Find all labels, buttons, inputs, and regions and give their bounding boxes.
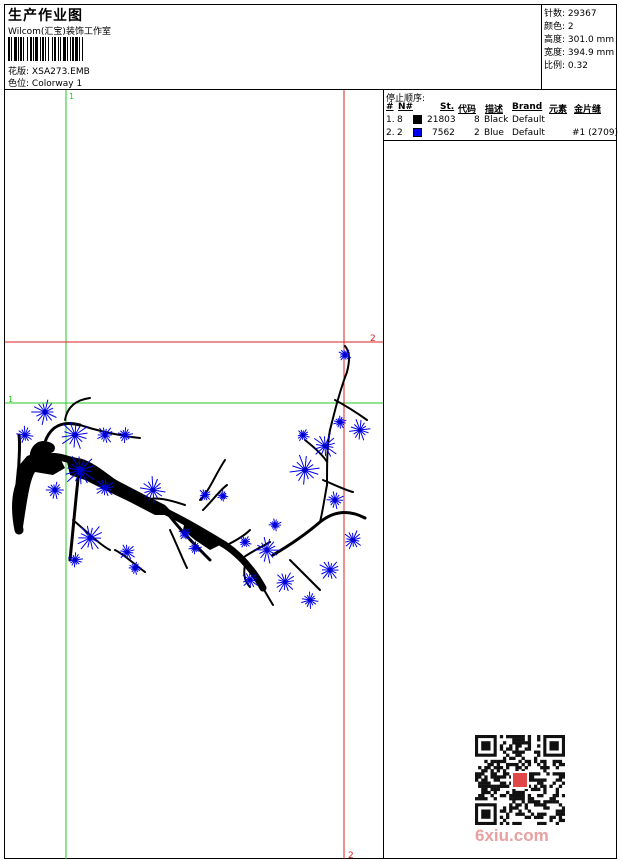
row-stitches: 7562	[432, 128, 455, 138]
color-swatch	[413, 115, 422, 124]
stat-scale: 比例: 0.32	[544, 61, 588, 71]
blossom-cluster	[77, 525, 103, 550]
stat-width: 宽度: 394.9 mm	[544, 48, 615, 58]
row-num: 2.	[386, 128, 395, 138]
row-stitches: 21803	[427, 115, 456, 125]
row-desc: Blue	[484, 128, 504, 138]
col-code: 代码	[458, 105, 477, 115]
col-desc: 描述	[485, 105, 504, 115]
blossom-cluster	[301, 591, 319, 609]
blossom-cluster	[45, 481, 64, 500]
branch-artwork	[12, 345, 368, 606]
barcode	[8, 37, 134, 61]
blossom-cluster	[349, 419, 371, 441]
blossom-cluster	[297, 429, 310, 442]
row-n: 2	[397, 128, 403, 138]
blossom-cluster	[254, 536, 281, 564]
color-swatch	[413, 128, 422, 137]
blossom-cluster	[276, 572, 295, 593]
blossom-cluster	[344, 530, 361, 550]
stop-sequence-header: # N# St. 代码 描述 Brand 元素 金片缝	[384, 102, 616, 115]
row-num: 1.	[386, 115, 395, 125]
blossom-cluster	[119, 544, 135, 560]
blossom-artwork	[16, 349, 371, 609]
blossom-cluster	[319, 561, 339, 579]
blossom-cluster	[188, 541, 202, 555]
row-code: 2	[474, 128, 480, 138]
stat-height: 高度: 301.0 mm	[544, 35, 615, 45]
blossom-cluster	[289, 454, 320, 485]
red-guide-label-right: 2	[370, 334, 376, 344]
row-n: 8	[397, 115, 403, 125]
blossom-cluster	[326, 491, 344, 510]
row-code: 8	[474, 115, 480, 125]
col-sequin: 金片缝	[574, 105, 602, 115]
col-n: N#	[398, 102, 414, 112]
col-brand: Brand	[512, 102, 543, 112]
stat-colors: 颜色: 2	[544, 22, 574, 32]
colorway-line: 色位: Colorway 1	[8, 76, 82, 89]
worksheet-page: 生产作业图 Wilcom(汇宝)装饰工作室 花版: XSA273.EMB 色位:…	[4, 4, 619, 859]
worksheet-header: 生产作业图 Wilcom(汇宝)装饰工作室 花版: XSA273.EMB 色位:…	[5, 5, 543, 89]
embroidery-preview: 1 1 2 2	[5, 90, 383, 859]
blossom-cluster	[239, 536, 252, 548]
row-desc: Black	[484, 115, 509, 125]
col-element: 元素	[549, 105, 568, 115]
qr-code	[475, 735, 565, 825]
company-name: Wilcom(汇宝)装饰工作室	[8, 27, 111, 37]
green-guide-label-left: 1	[8, 395, 13, 404]
stat-stitches: 针数: 29367	[544, 9, 597, 19]
page-title: 生产作业图	[8, 8, 83, 24]
trunk-artwork	[13, 450, 220, 550]
row-brand: Default	[512, 115, 545, 125]
design-canvas: 1 1 2 2	[5, 90, 383, 859]
design-stats: 针数: 29367 颜色: 2 高度: 301.0 mm 宽度: 394.9 m…	[541, 5, 617, 89]
row-brand: Default	[512, 128, 545, 138]
row-sequin: #1 (2709)	[572, 128, 619, 138]
stop-row-2: 2. 2 7562 2 Blue Default #1 (2709)	[384, 128, 619, 140]
table-divider	[384, 140, 616, 141]
watermark-logo: 6xiu.com	[475, 826, 549, 845]
red-guide-label-bottom: 2	[348, 851, 354, 859]
col-stitches: St.	[440, 102, 455, 112]
blossom-cluster	[313, 433, 337, 457]
green-guide-label-top: 1	[69, 92, 74, 101]
colorway-label: 色位:	[8, 79, 30, 89]
col-num: #	[386, 102, 394, 112]
colorway-value: Colorway 1	[31, 79, 83, 89]
blossom-cluster	[268, 518, 282, 532]
stop-row-1: 1. 8 21803 8 Black Default	[384, 115, 616, 127]
